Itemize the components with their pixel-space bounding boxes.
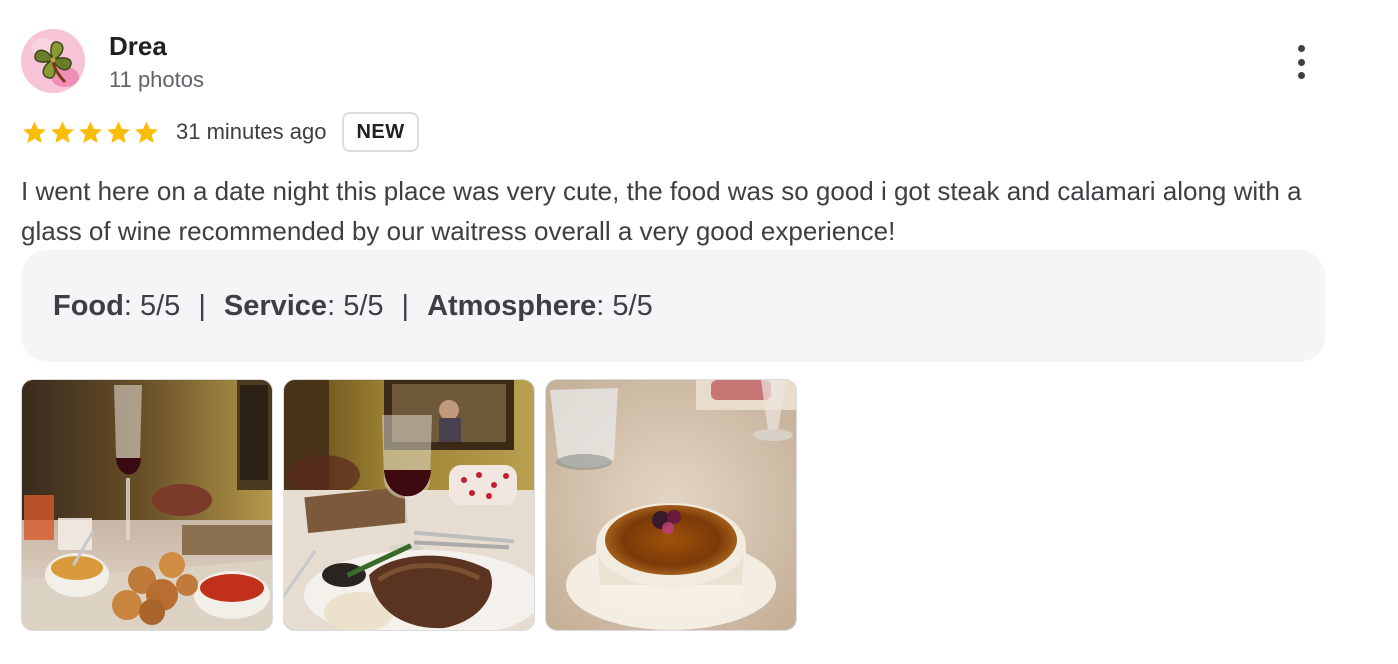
attribute-value: 5/5 (139, 289, 181, 322)
attribute-key: Service (223, 289, 328, 322)
attribute-atmosphere: Atmosphere: 5/5 (427, 289, 653, 322)
author-photo-count[interactable]: 11 photos (109, 66, 204, 94)
more-vert-icon (1297, 58, 1305, 66)
attribute-service: Service: 5/5 (223, 289, 384, 322)
attribute-food: Food: 5/5 (53, 289, 181, 322)
steak-photo (284, 380, 534, 630)
star-icon (105, 119, 132, 146)
four-leaf-clover-icon (21, 29, 85, 93)
author-avatar[interactable] (21, 29, 85, 93)
attribute-value: 5/5 (612, 289, 653, 322)
star-icon (49, 119, 76, 146)
more-options-button[interactable] (1284, 42, 1318, 82)
calamari-photo (22, 380, 272, 630)
star-icon (21, 119, 48, 146)
photo-thumbnail-calamari[interactable] (21, 379, 273, 631)
review-text: I went here on a date night this place w… (21, 176, 1302, 246)
more-vert-icon (1297, 72, 1305, 79)
star-icon (133, 119, 160, 146)
rating-row: 31 minutes ago NEW (21, 110, 419, 154)
review-timestamp: 31 minutes ago (176, 119, 327, 144)
attribute-key: Atmosphere (427, 289, 597, 322)
review-photos (21, 379, 807, 631)
review-attributes: Food: 5/5 | Service: 5/5 | Atmosphere: 5… (21, 250, 1325, 362)
attribute-key: Food (53, 289, 124, 322)
attribute-separator: | (401, 289, 410, 322)
star-icon (77, 119, 104, 146)
photo-thumbnail-steak[interactable] (283, 379, 535, 631)
attribute-separator: | (198, 289, 206, 322)
creme-brulee-photo (546, 380, 796, 630)
photo-thumbnail-creme-brulee[interactable] (545, 379, 797, 631)
author-name[interactable]: Drea (109, 30, 167, 62)
attribute-value: 5/5 (343, 289, 384, 322)
star-rating (21, 119, 161, 146)
more-vert-icon (1297, 45, 1305, 52)
new-badge: NEW (342, 112, 419, 152)
